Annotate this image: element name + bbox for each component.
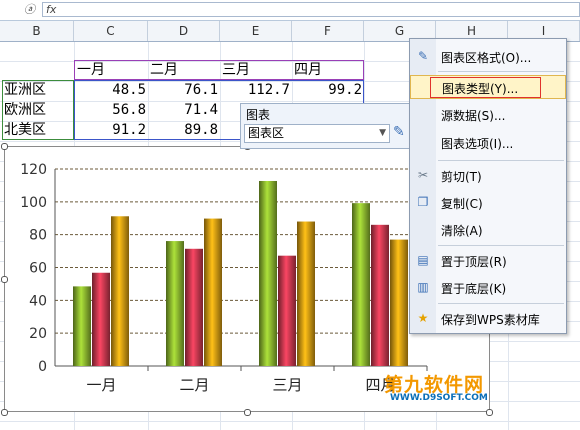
menu-item-label: 复制(C) — [441, 197, 483, 211]
fx-label[interactable]: fx — [46, 3, 56, 16]
menu-item-format-chart-area[interactable]: ✎ 图表区格式(O)... — [410, 45, 566, 69]
x-tick-label: 二月 — [179, 376, 209, 394]
star-icon: ★ — [417, 311, 429, 325]
chart-element-select[interactable]: 图表区 ▼ — [244, 124, 390, 143]
function-wizard-icon[interactable]: ⓐ — [24, 1, 35, 17]
menu-item-source-data[interactable]: 源数据(S)... — [410, 103, 566, 127]
table-cell[interactable]: 89.8 — [148, 120, 218, 140]
bar — [204, 218, 222, 366]
bar — [297, 221, 315, 366]
x-tick-label: 一月 — [86, 376, 116, 394]
y-tick-label: 100 — [20, 195, 47, 211]
scissors-icon: ✂ — [417, 168, 429, 182]
y-tick-label: 80 — [29, 228, 47, 244]
bring-to-front-icon: ▤ — [417, 253, 429, 267]
bar — [352, 203, 370, 366]
column-header-b[interactable]: B — [0, 21, 74, 41]
column-header-f[interactable]: F — [292, 21, 364, 41]
bar — [73, 286, 91, 366]
table-cell[interactable]: 91.2 — [74, 120, 146, 140]
table-row-label[interactable]: 亚洲区 — [4, 80, 46, 100]
table-header-cell[interactable]: 一月 — [77, 60, 105, 80]
bar — [390, 239, 408, 366]
chart-toolbar-title: 图表 — [246, 108, 271, 122]
resize-handle[interactable] — [1, 276, 8, 283]
table-cell[interactable]: 99.2 — [292, 80, 362, 100]
y-tick-label: 60 — [29, 261, 47, 277]
menu-item-clear[interactable]: 清除(A) — [410, 218, 566, 242]
bar — [371, 224, 389, 366]
menu-item-label: 剪切(T) — [441, 170, 482, 184]
x-tick-label: 三月 — [272, 376, 302, 394]
y-tick-label: 0 — [38, 359, 47, 375]
bar — [166, 241, 184, 366]
format-chart-icon: ✎ — [417, 49, 429, 63]
menu-item-cut[interactable]: ✂ 剪切(T) — [410, 164, 566, 188]
y-tick-label: 40 — [29, 293, 47, 309]
bar — [278, 255, 296, 366]
column-header-e[interactable]: E — [220, 21, 292, 41]
menu-separator — [438, 245, 564, 246]
table-row-label[interactable]: 欧洲区 — [4, 100, 46, 120]
menu-item-bring-to-front[interactable]: ▤ 置于顶层(R) — [410, 249, 566, 273]
table-header-cell[interactable]: 四月 — [294, 60, 322, 80]
menu-item-label: 保存到WPS素材库 — [441, 313, 540, 327]
formula-input[interactable]: fx — [42, 2, 580, 17]
table-header-cell[interactable]: 二月 — [150, 60, 178, 80]
table-cell[interactable]: 76.1 — [148, 80, 218, 100]
menu-item-label: 图表选项(I)... — [441, 137, 514, 151]
menu-separator — [438, 71, 564, 72]
menu-separator — [438, 160, 564, 161]
menu-item-label: 清除(A) — [441, 224, 483, 238]
menu-separator — [438, 303, 564, 304]
y-tick-label: 120 — [20, 162, 47, 178]
menu-item-label: 源数据(S)... — [441, 109, 506, 123]
resize-handle[interactable] — [244, 409, 251, 416]
resize-handle[interactable] — [1, 409, 8, 416]
column-header-d[interactable]: D — [148, 21, 220, 41]
menu-item-label: 图表区格式(O)... — [441, 51, 532, 65]
menu-item-chart-options[interactable]: 图表选项(I)... — [410, 131, 566, 155]
menu-item-chart-type[interactable]: 图表类型(Y)... — [410, 75, 566, 99]
send-to-back-icon: ▥ — [417, 280, 429, 294]
menu-item-label: 置于顶层(R) — [441, 255, 507, 269]
table-cell[interactable]: 71.4 — [148, 100, 218, 120]
bar — [185, 248, 203, 366]
copy-icon: ❐ — [417, 195, 429, 209]
context-menu: ✎ 图表区格式(O)... 图表类型(Y)... 源数据(S)... 图表选项(… — [409, 38, 567, 334]
table-header-cell[interactable]: 三月 — [222, 60, 250, 80]
chevron-down-icon[interactable]: ▼ — [379, 125, 386, 142]
menu-item-label: 图表类型(Y)... — [442, 82, 519, 96]
menu-item-label: 置于底层(K) — [441, 282, 507, 296]
table-cell[interactable]: 56.8 — [74, 100, 146, 120]
table-cell[interactable]: 112.7 — [220, 80, 290, 100]
chart-toolbar: 图表 图表区 ▼ ✎ — [240, 103, 436, 149]
table-row-label[interactable]: 北美区 — [4, 120, 46, 140]
bar — [92, 272, 110, 366]
y-tick-label: 20 — [29, 326, 47, 342]
site-watermark: 第九软件网 WWW.D9SOFT.COM — [384, 370, 534, 410]
watermark-url: WWW.D9SOFT.COM — [390, 393, 488, 403]
resize-handle[interactable] — [1, 143, 8, 150]
chart-element-value: 图表区 — [248, 126, 285, 140]
menu-item-send-to-back[interactable]: ▥ 置于底层(K) — [410, 276, 566, 300]
bar — [111, 216, 129, 366]
formula-bar: ⓐ fx — [0, 0, 580, 21]
resize-handle[interactable] — [486, 409, 493, 416]
menu-item-copy[interactable]: ❐ 复制(C) — [410, 191, 566, 215]
menu-item-save-to-wps-library[interactable]: ★ 保存到WPS素材库 — [410, 307, 566, 331]
table-cell[interactable]: 48.5 — [74, 80, 146, 100]
bar — [259, 180, 277, 366]
column-header-c[interactable]: C — [74, 21, 148, 41]
